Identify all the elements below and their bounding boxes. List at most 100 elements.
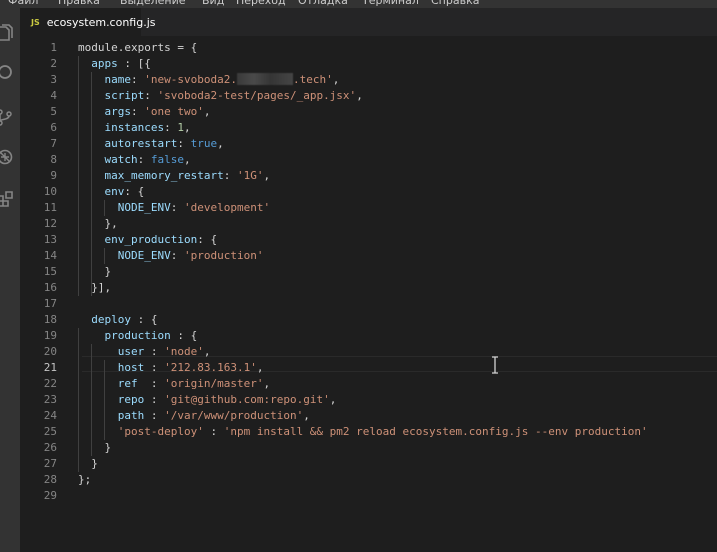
code-text: max_memory_restart: '1G', [78,168,271,184]
line-number: 16 [43,281,57,294]
code-line[interactable]: 1 module.exports = { [20,40,717,56]
code-token: 'production' [183,249,264,262]
code-line[interactable]: 26 } [20,440,717,456]
code-line[interactable]: 10 env: { [20,184,717,200]
extensions-icon[interactable] [0,190,14,208]
code-text: }; [78,472,91,488]
code-text: instances: 1, [78,120,191,136]
menu-item-3[interactable]: Вид [202,0,224,7]
code-text: args: 'one two', [78,104,211,120]
code-token: NODE_ENV [117,249,171,262]
code-line[interactable]: 14 NODE_ENV: 'production' [20,248,717,264]
line-number: 18 [43,313,57,326]
code-token: : [{ [117,57,151,70]
code-line[interactable]: 13 env_production: { [20,232,717,248]
code-token: '212.83.163.1' [164,361,257,374]
code-text: apps : [{ [78,56,151,72]
code-line[interactable]: 20 user : 'node', [20,344,717,360]
code-line[interactable]: 22 ref : 'origin/master', [20,376,717,392]
code-token: }], [78,281,112,294]
explorer-icon[interactable] [0,24,14,42]
code-line[interactable]: 19 production : { [20,328,717,344]
code-line[interactable]: 4 script: 'svoboda2-test/pages/_app.jsx'… [20,88,717,104]
line-number: 15 [43,265,57,278]
code-text: NODE_ENV: 'production' [78,248,264,264]
line-number: 23 [43,393,57,406]
line-number: 1 [50,41,57,54]
code-line[interactable]: 2 apps : [{ [20,56,717,72]
code-token: 'npm install && pm2 reload ecosystem.con… [223,425,648,438]
code-line[interactable]: 15 } [20,264,717,280]
code-line[interactable]: 12 }, [20,216,717,232]
code-line[interactable]: 11 NODE_ENV: 'development' [20,200,717,216]
menu-item-5[interactable]: Отладка [298,0,348,7]
source-control-icon[interactable] [0,108,14,126]
line-number: 28 [43,473,57,486]
code-line[interactable]: 16 }], [20,280,717,296]
code-token: 'new-svoboda2. [144,73,237,86]
menu-item-2[interactable]: Выделение [120,0,186,7]
code-token: path [117,409,145,422]
code-token: env [104,185,125,198]
code-line[interactable]: 7 autorestart: true, [20,136,717,152]
code-text: autorestart: true, [78,136,224,152]
code-text: user : 'node', [78,344,211,360]
debug-icon[interactable] [0,148,14,166]
code-line[interactable]: 3 name: 'new-svoboda2. .tech', [20,72,717,88]
menu-item-7[interactable]: Справка [431,0,479,7]
code-token: 'development' [183,201,271,214]
line-number: 4 [50,89,57,102]
code-editor[interactable]: 1 module.exports = { 2 apps : [{3 name: 'n… [20,36,717,552]
code-text: watch: false, [78,152,191,168]
code-token: : [144,409,165,422]
menu-item-1[interactable]: Правка [58,0,100,7]
line-number: 5 [50,105,57,118]
code-line[interactable]: 5 args: 'one two', [20,104,717,120]
code-text: }, [78,216,117,232]
code-token: true [190,137,218,150]
line-number: 6 [50,121,57,134]
line-number: 2 [50,57,57,70]
line-number: 27 [43,457,57,470]
tab-bar: JS ecosystem.config.js [20,8,717,36]
code-token: user [117,345,145,358]
code-line[interactable]: 9 max_memory_restart: '1G', [20,168,717,184]
search-icon[interactable] [0,63,14,81]
code-token: deploy [91,313,131,326]
tab-ecosystem-config[interactable]: JS ecosystem.config.js [20,8,156,36]
code-line[interactable]: 6 instances: 1, [20,120,717,136]
code-line[interactable]: 29 [20,488,717,504]
code-token: : [144,89,158,102]
code-line[interactable]: 24 path : '/var/www/production', [20,408,717,424]
code-token: module.exports = { [78,41,198,54]
code-token: repo [117,393,145,406]
code-line[interactable]: 23 repo : 'git@github.com:repo.git', [20,392,717,408]
code-token: : [170,201,184,214]
menu-item-4[interactable]: Переход [236,0,286,7]
code-line[interactable]: 21 host : '212.83.163.1', [20,360,717,376]
code-token: : [170,249,184,262]
code-token: , [256,361,264,374]
code-line[interactable]: 27 } [20,456,717,472]
code-token: NODE_ENV [117,201,171,214]
code-line[interactable]: 18 deploy : { [20,312,717,328]
code-text: } [78,456,98,472]
line-number: 24 [43,409,57,422]
code-line[interactable]: 17 [20,296,717,312]
code-line[interactable]: 8 watch: false, [20,152,717,168]
code-token: production [104,329,171,342]
code-line[interactable]: 28}; [20,472,717,488]
code-token: 'node' [164,345,204,358]
code-line[interactable]: 25 'post-deploy' : 'npm install && pm2 r… [20,424,717,440]
menu-item-6[interactable]: Терминал [362,0,419,7]
menu-item-0[interactable]: Файл [8,0,38,7]
line-number: 17 [43,297,57,310]
